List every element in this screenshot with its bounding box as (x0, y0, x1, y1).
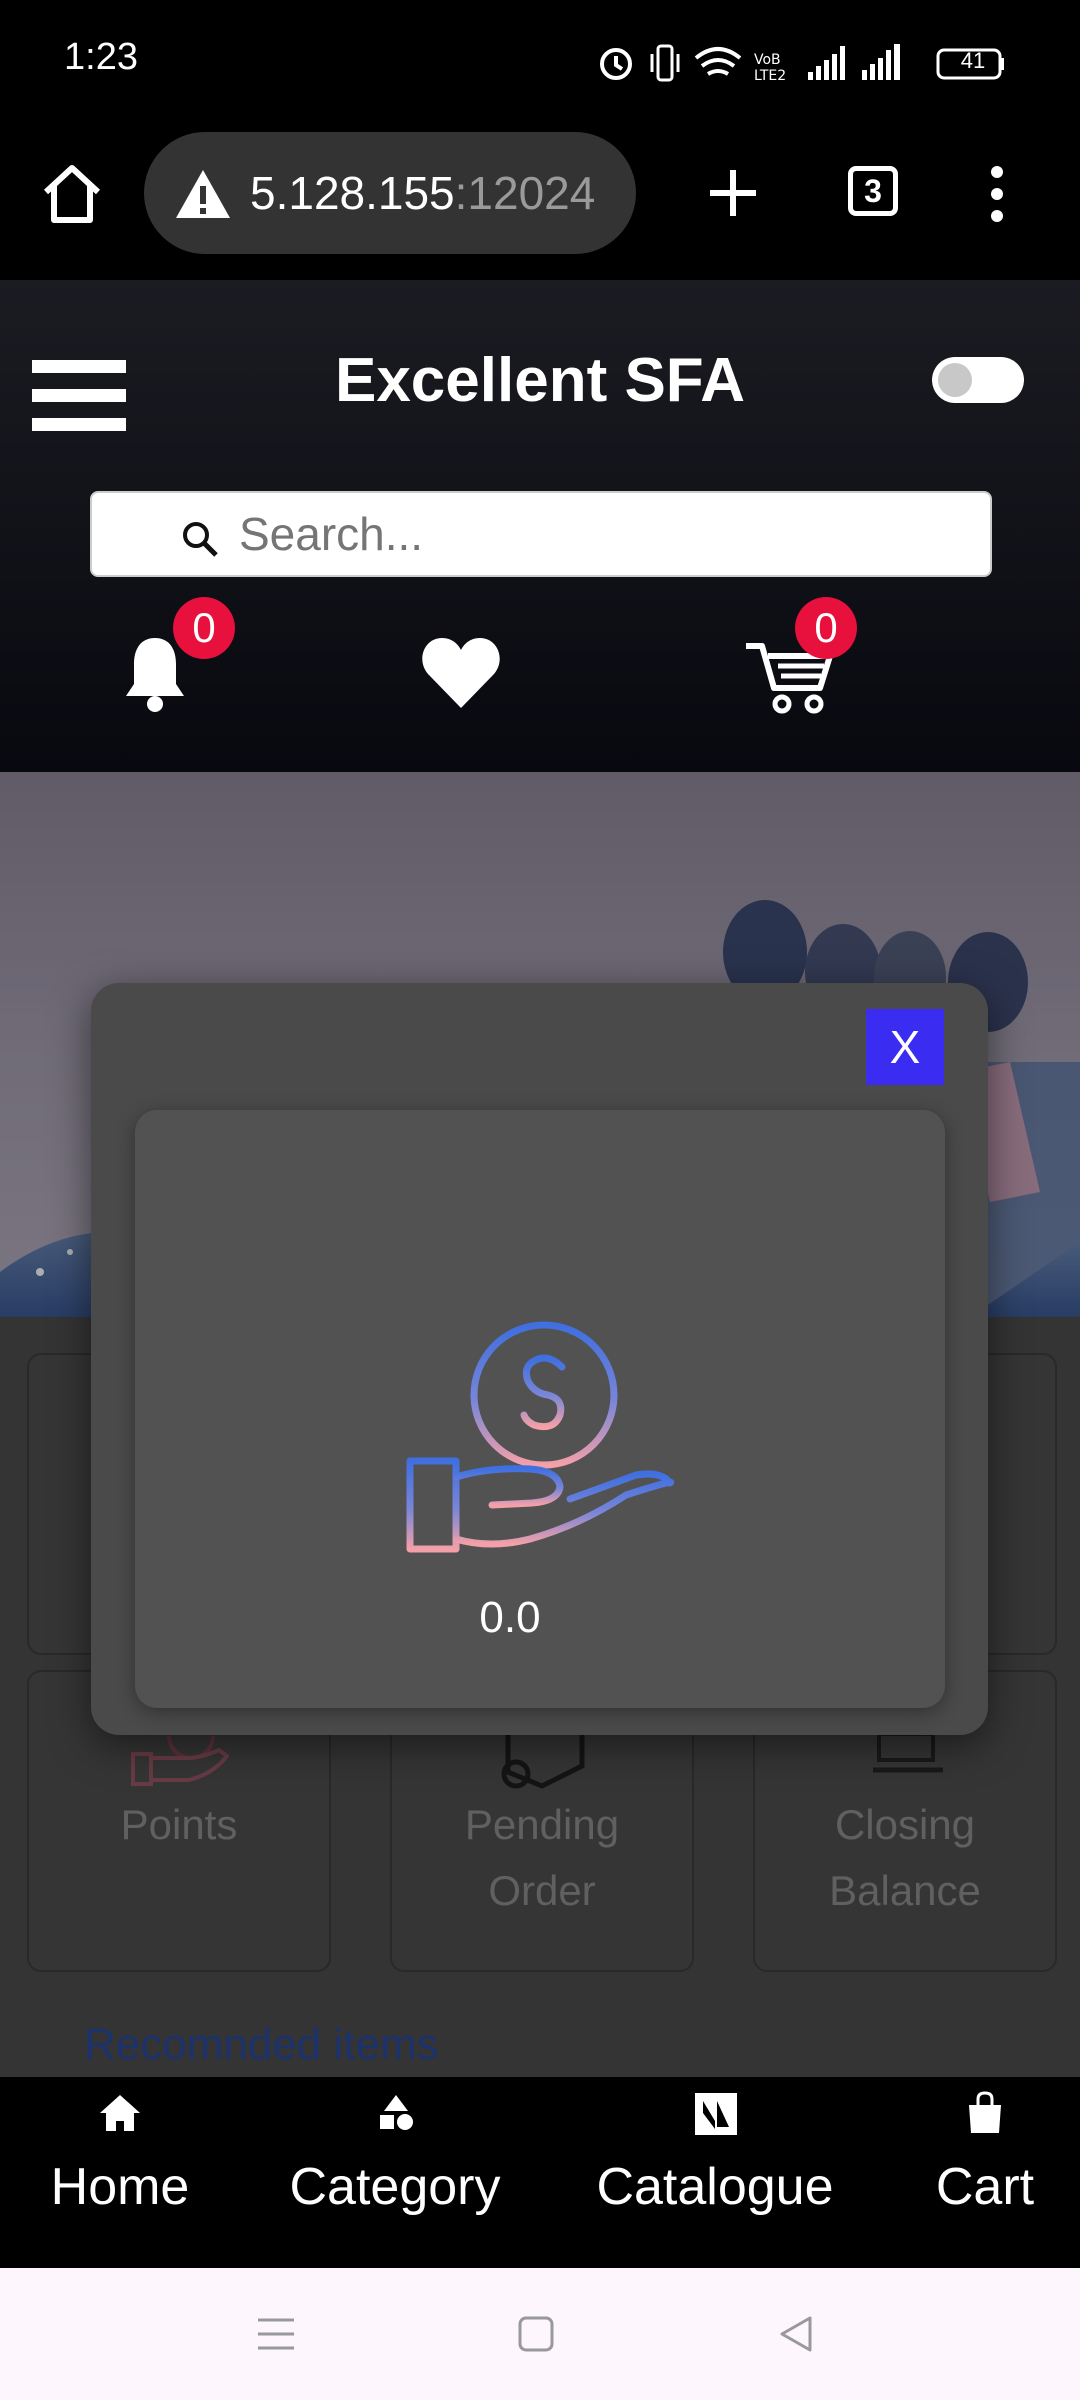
vibrate-icon (650, 44, 680, 82)
more-menu-icon[interactable] (982, 164, 1012, 224)
app-title: Excellent SFA (334, 346, 746, 415)
notification-badge: 0 (173, 597, 235, 659)
money-hand-icon (406, 1255, 675, 1553)
search-input[interactable] (237, 503, 961, 565)
signal-icon (808, 46, 845, 80)
nav-catalogue-label: Catalogue (596, 2158, 834, 2216)
nav-category-label: Category (289, 2158, 501, 2216)
warning-icon (176, 170, 230, 218)
status-time: 1:23 (64, 36, 138, 78)
recent-apps-icon[interactable] (256, 2314, 296, 2354)
url-port: :12024 (454, 167, 596, 219)
tab-switcher-button[interactable]: 3 (848, 166, 898, 216)
wishlist-heart-icon[interactable] (420, 636, 502, 710)
category-shapes-icon (380, 2095, 413, 2130)
url-text: 5.128.155:12024 (250, 166, 595, 220)
new-tab-icon[interactable] (706, 166, 760, 220)
volte-icon: VoB (754, 52, 781, 68)
nav-cart[interactable]: Cart (905, 2077, 1065, 2268)
wifi-icon (694, 47, 742, 76)
cart-badge: 0 (795, 597, 857, 659)
search-box[interactable] (90, 491, 992, 577)
nav-home-label: Home (50, 2158, 190, 2216)
points-value: 0.0 (479, 1593, 541, 1642)
back-icon[interactable] (776, 2314, 816, 2354)
signal-icon (862, 44, 900, 80)
theme-toggle[interactable] (932, 357, 1024, 403)
modal-close-button[interactable]: X (866, 1009, 944, 1085)
battery-level: 41 (960, 48, 986, 73)
search-icon (183, 522, 218, 557)
catalogue-book-icon (695, 2093, 737, 2135)
system-home-icon[interactable] (516, 2314, 556, 2354)
url-host: 5.128.155 (250, 167, 455, 219)
toggle-knob (938, 363, 972, 397)
notification-bell-icon[interactable] (124, 634, 186, 714)
nav-catalogue[interactable]: Catalogue (580, 2077, 850, 2268)
nav-cart-label: Cart (935, 2158, 1035, 2216)
shopping-bag-icon (969, 2091, 1001, 2133)
nav-category[interactable]: Category (270, 2077, 520, 2268)
home-icon (100, 2095, 140, 2131)
nav-home[interactable]: Home (20, 2077, 220, 2268)
alarm-icon (600, 48, 632, 80)
home-icon[interactable] (40, 162, 104, 226)
svg-text:LTE2: LTE2 (754, 68, 786, 84)
